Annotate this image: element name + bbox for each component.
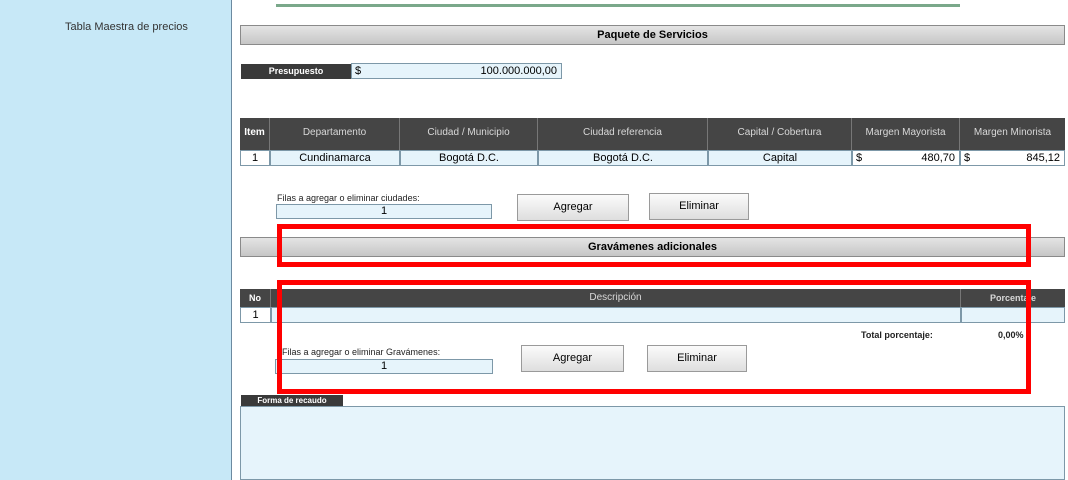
- presupuesto-value: 100.000.000,00: [480, 65, 557, 77]
- sidebar: [0, 0, 232, 480]
- ciudades-rows-label: Filas a agregar o eliminar ciudades:: [277, 193, 420, 203]
- mayorista-value: 480,70: [921, 152, 955, 164]
- eliminar-ciudad-button[interactable]: Eliminar: [649, 193, 749, 220]
- col-header-ciudad: Ciudad / Municipio: [400, 118, 538, 150]
- minorista-value: 845,12: [1026, 152, 1060, 164]
- col-header-departamento: Departamento: [270, 118, 400, 150]
- minorista-currency: $: [964, 152, 971, 164]
- grav-row-no: 1: [240, 307, 271, 323]
- row-item: 1: [240, 150, 270, 166]
- highlight-box-gravamenes-title: [277, 224, 1031, 267]
- mayorista-currency: $: [856, 152, 863, 164]
- sidebar-link-tabla-maestra[interactable]: Tabla Maestra de precios: [65, 21, 188, 33]
- row-ciudad[interactable]: Bogotá D.C.: [400, 150, 538, 166]
- row-mayorista: $ 480,70: [852, 150, 960, 166]
- col-header-minorista: Margen Minorista: [960, 118, 1065, 150]
- presupuesto-field[interactable]: $ 100.000.000,00: [351, 63, 562, 79]
- col-header-referencia: Ciudad referencia: [538, 118, 708, 150]
- ciudades-rows-input[interactable]: 1: [276, 204, 492, 219]
- agregar-ciudad-button[interactable]: Agregar: [517, 194, 629, 221]
- forma-recaudo-label: Forma de recaudo: [241, 395, 343, 406]
- col-header-capital: Capital / Cobertura: [708, 118, 852, 150]
- section-paquete-servicios: Paquete de Servicios: [240, 25, 1065, 45]
- forma-recaudo-textarea[interactable]: [240, 406, 1065, 480]
- presupuesto-label: Presupuesto: [241, 64, 351, 79]
- presupuesto-currency: $: [355, 65, 362, 77]
- row-referencia[interactable]: Bogotá D.C.: [538, 150, 708, 166]
- row-minorista: $ 845,12: [960, 150, 1065, 166]
- grav-col-header-no: No: [240, 289, 271, 307]
- highlight-box-gravamenes-table: [277, 280, 1031, 394]
- top-divider: [276, 4, 960, 7]
- col-header-item: Item: [240, 118, 270, 150]
- col-header-mayorista: Margen Mayorista: [852, 118, 960, 150]
- row-departamento[interactable]: Cundinamarca: [270, 150, 400, 166]
- row-capital[interactable]: Capital: [708, 150, 852, 166]
